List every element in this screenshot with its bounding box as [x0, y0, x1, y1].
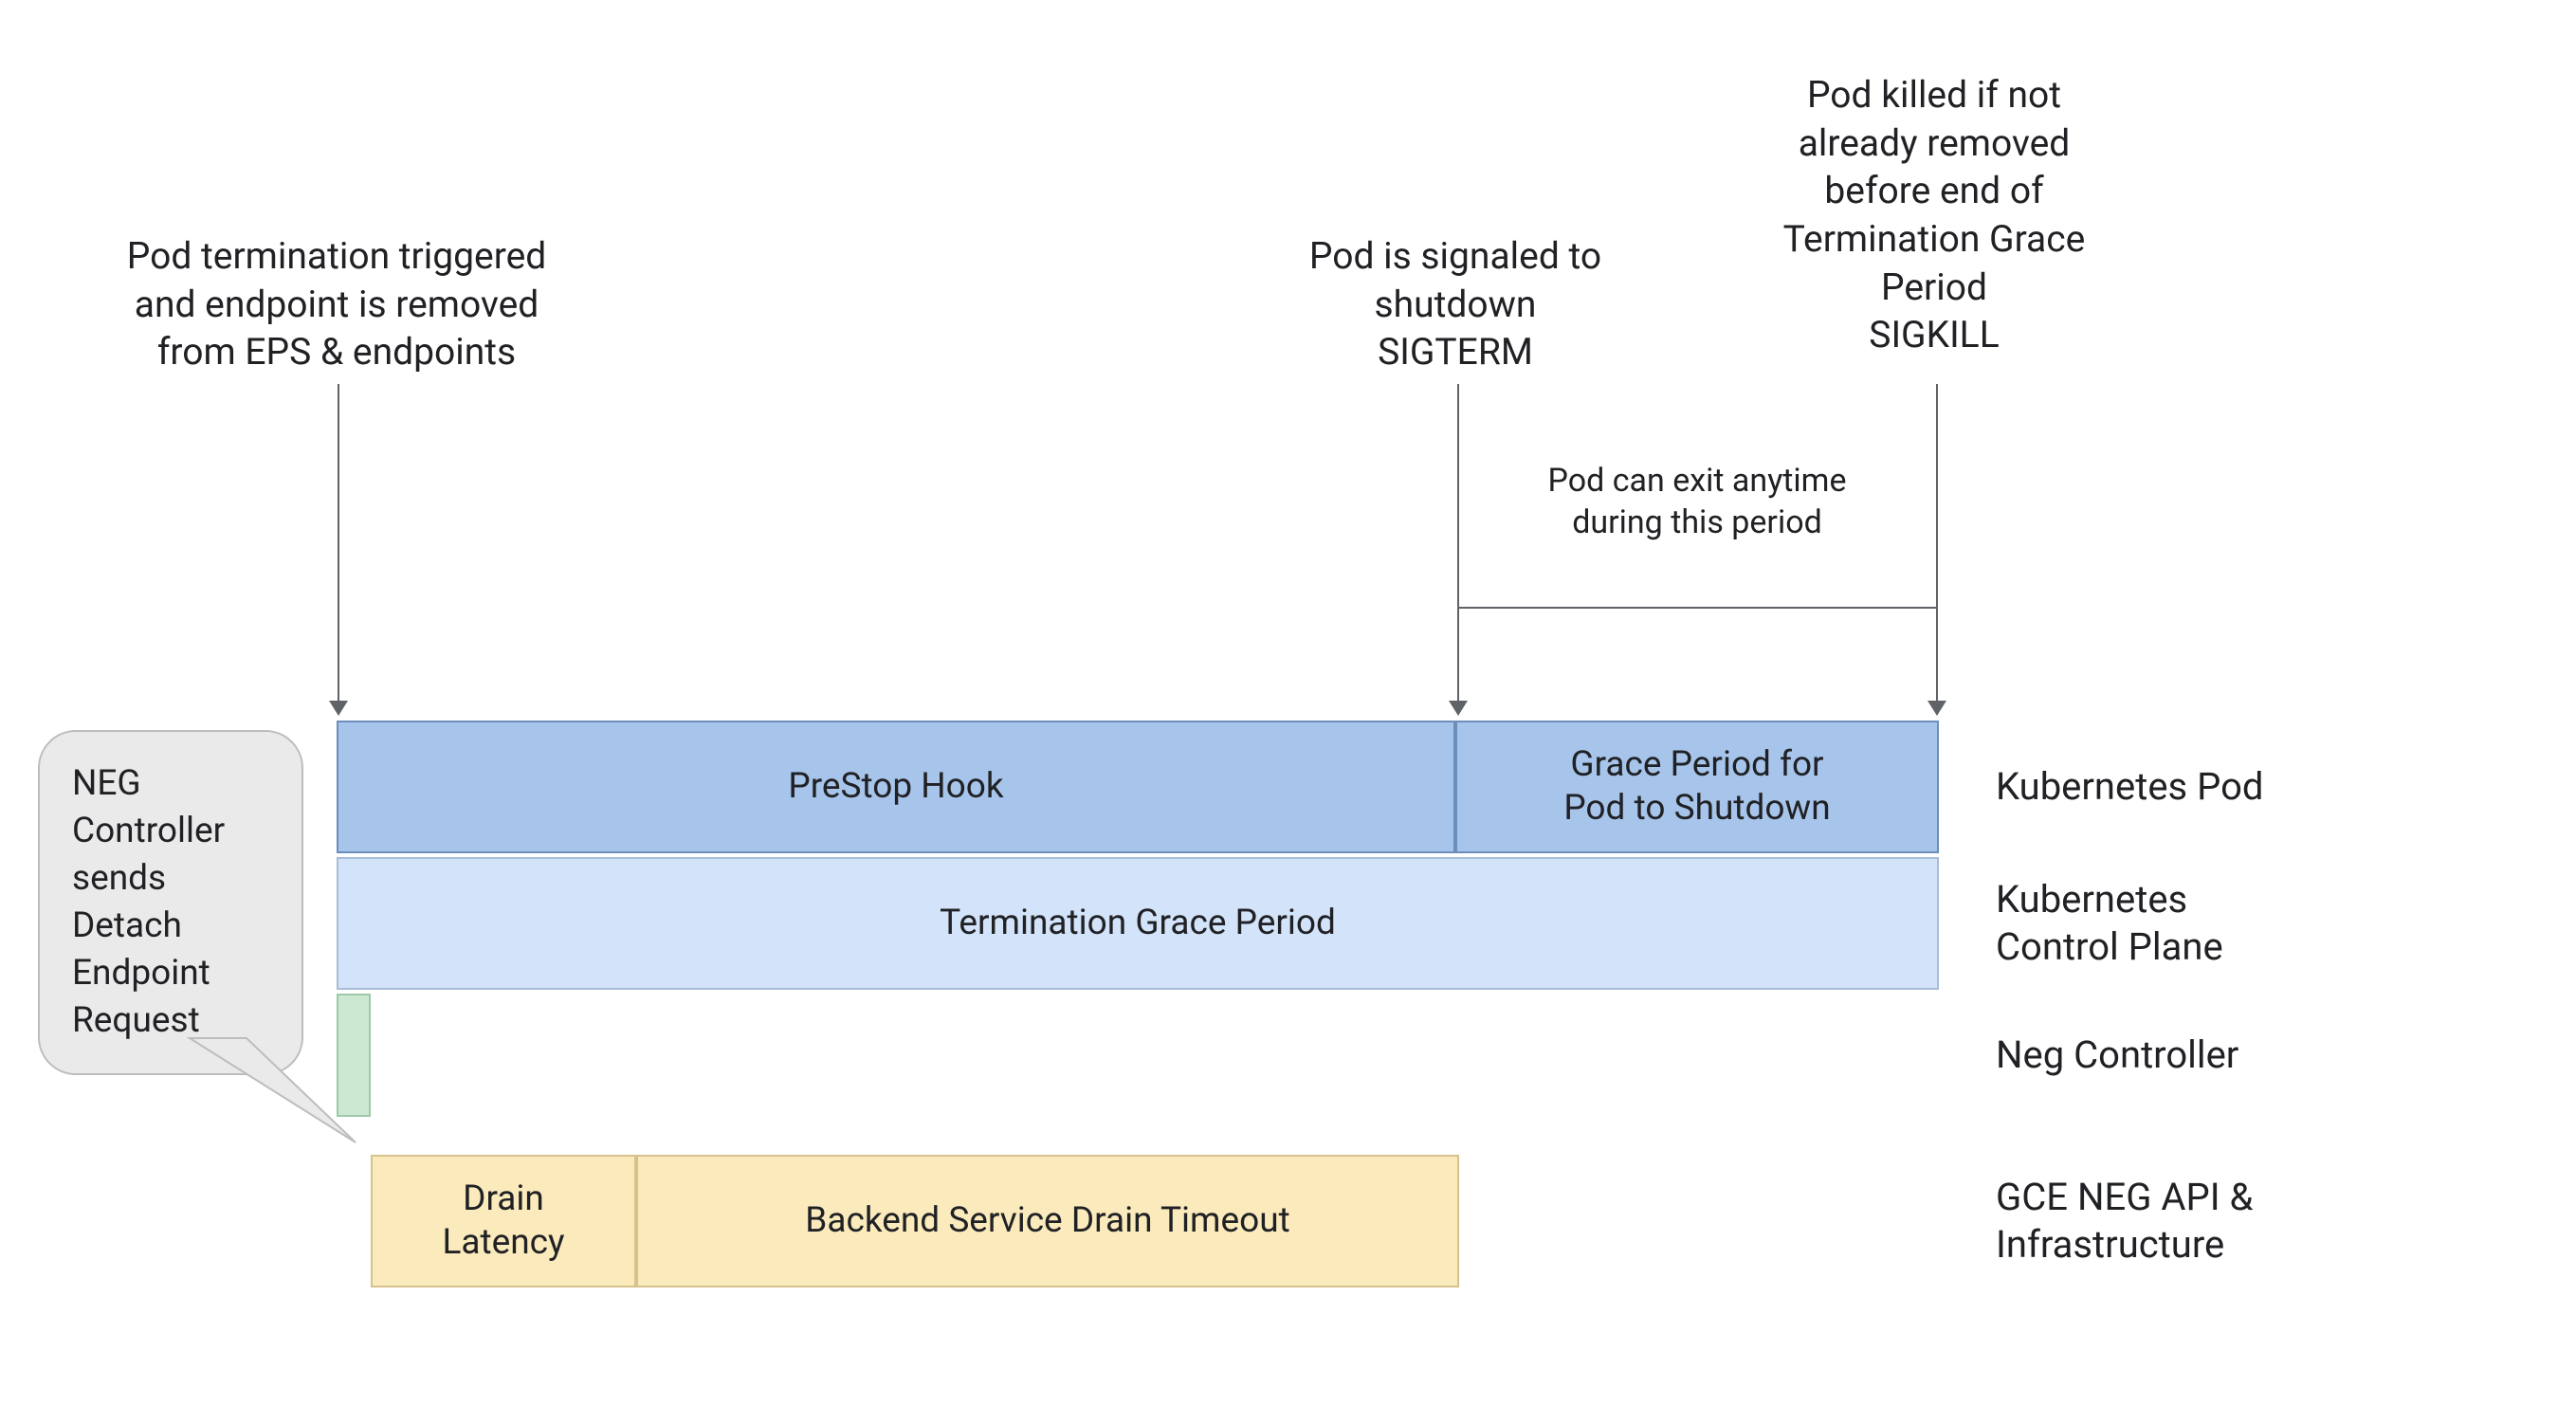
lane-gce-neg-api: Drain Latency Backend Service Drain Time…	[337, 1155, 2555, 1287]
lane-gap	[337, 1121, 2555, 1155]
annotation-text: Pod can exit anytime during this period	[1547, 462, 1846, 541]
lane-label-text: Kubernetes Pod	[1996, 764, 2263, 809]
callout-neg-controller: NEG Controller sends Detach Endpoint Req…	[38, 730, 303, 1075]
block-label: Termination Grace Period	[940, 902, 1336, 945]
lane-kubernetes-control-plane: Termination Grace Period Kubernetes Cont…	[337, 857, 2555, 990]
lane-neg-controller: Neg Controller	[337, 994, 2555, 1117]
callout-tail	[190, 1038, 360, 1161]
block-grace-period-shutdown: Grace Period for Pod to Shutdown	[1455, 721, 1939, 853]
bracket-line-top	[1457, 607, 1936, 609]
lane-label-kubernetes-control-plane: Kubernetes Control Plane	[1996, 876, 2489, 971]
annotation-text: Pod killed if not already removed before…	[1783, 73, 2086, 356]
arrow-pod-killed	[1936, 384, 1938, 714]
annotation-pod-killed: Pod killed if not already removed before…	[1707, 71, 2162, 359]
block-label: Grace Period for Pod to Shutdown	[1563, 743, 1830, 831]
bracket-left-tick	[1457, 569, 1459, 607]
arrow-pod-termination	[338, 384, 339, 714]
block-label: Backend Service Drain Timeout	[805, 1199, 1289, 1243]
lane-kubernetes-pod: PreStop Hook Grace Period for Pod to Shu…	[337, 721, 2555, 853]
block-termination-grace-period: Termination Grace Period	[337, 857, 1939, 990]
annotation-pod-exit-anytime: Pod can exit anytime during this period	[1479, 460, 1915, 543]
block-label: Drain Latency	[442, 1178, 564, 1266]
lane-label-text: GCE NEG API & Infrastructure	[1996, 1175, 2253, 1267]
annotation-text: Pod is signaled to shutdown SIGTERM	[1309, 234, 1601, 374]
bracket-right-tick	[1936, 569, 1938, 607]
lane-label-neg-controller: Neg Controller	[1996, 1032, 2489, 1079]
block-backend-service-drain-timeout: Backend Service Drain Timeout	[636, 1155, 1459, 1287]
annotation-pod-signaled: Pod is signaled to shutdown SIGTERM	[1256, 232, 1654, 376]
lane-label-text: Neg Controller	[1996, 1032, 2238, 1077]
block-label: PreStop Hook	[788, 765, 1003, 809]
annotation-pod-termination: Pod termination triggered and endpoint i…	[66, 232, 607, 376]
lane-label-kubernetes-pod: Kubernetes Pod	[1996, 763, 2489, 811]
callout-text: NEG Controller sends Detach Endpoint Req…	[72, 763, 225, 1041]
lane-label-gce-neg-api: GCE NEG API & Infrastructure	[1996, 1174, 2489, 1269]
lane-label-text: Kubernetes Control Plane	[1996, 877, 2223, 969]
annotation-text: Pod termination triggered and endpoint i…	[127, 234, 547, 374]
block-prestop-hook: PreStop Hook	[337, 721, 1455, 853]
block-drain-latency: Drain Latency	[371, 1155, 636, 1287]
timeline-area: PreStop Hook Grace Period for Pod to Shu…	[337, 721, 2555, 1291]
arrow-pod-signaled	[1457, 384, 1459, 714]
